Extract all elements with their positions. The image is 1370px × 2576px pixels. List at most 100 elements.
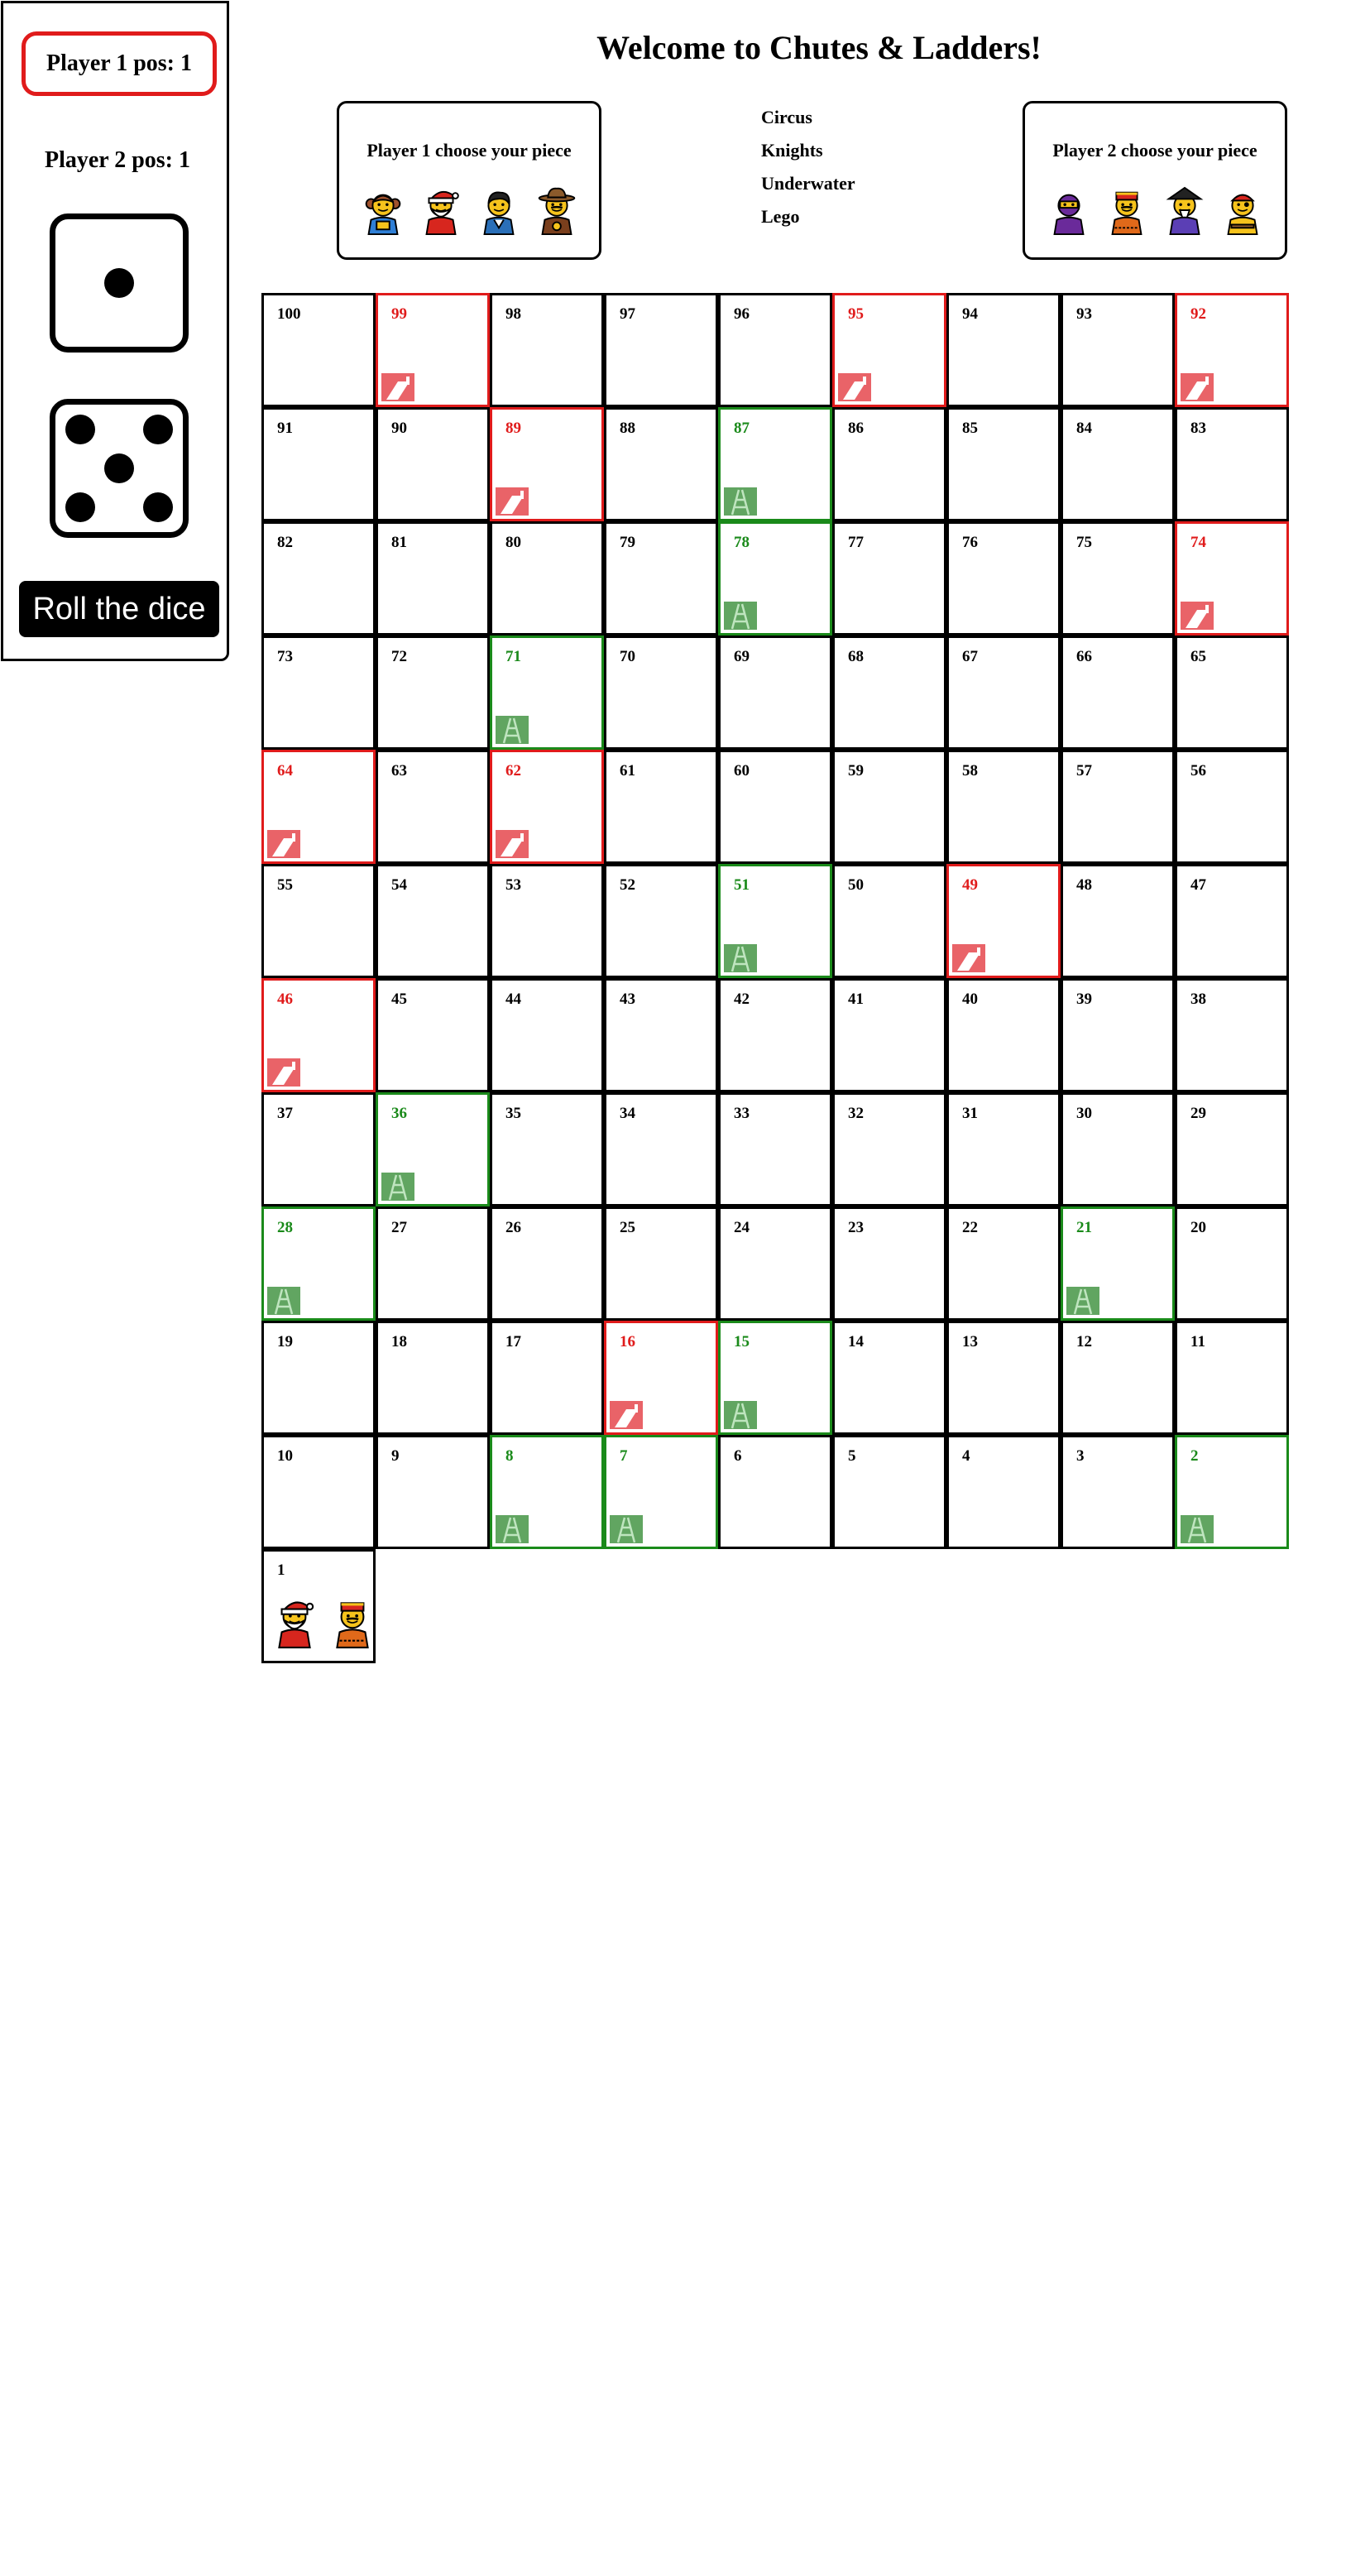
board-cell-25: 25: [604, 1206, 718, 1321]
board-cell-89: 89: [490, 407, 604, 521]
theme-underwater[interactable]: Underwater: [761, 172, 855, 205]
board-cell-27: 27: [376, 1206, 490, 1321]
board-cell-95: 95: [832, 293, 946, 407]
board-cell-3: 3: [1061, 1435, 1175, 1549]
chief-minifig-icon[interactable]: [1101, 185, 1152, 236]
board-cell-7: 7: [604, 1435, 718, 1549]
roll-dice-button[interactable]: Roll the dice: [19, 581, 219, 637]
board-cell-100: 100: [261, 293, 376, 407]
ladder-icon: [267, 1287, 300, 1315]
cell-number: 67: [962, 648, 978, 665]
cell-number: 79: [620, 534, 635, 551]
ladder-icon: [724, 944, 757, 972]
cell-number: 40: [962, 991, 978, 1008]
board-cell-53: 53: [490, 864, 604, 978]
santa-minifig-icon[interactable]: [415, 185, 467, 236]
ladder-icon: [381, 1173, 414, 1201]
cell-number: 75: [1076, 534, 1092, 551]
board-cell-16: 16: [604, 1321, 718, 1435]
board-cell-88: 88: [604, 407, 718, 521]
theme-knights[interactable]: Knights: [761, 139, 855, 172]
board-cell-32: 32: [832, 1092, 946, 1206]
board-cell-33: 33: [718, 1092, 832, 1206]
cell-number: 14: [848, 1333, 864, 1350]
cell-number: 24: [734, 1219, 750, 1236]
cell-number: 91: [277, 420, 293, 437]
board-cell-65: 65: [1175, 636, 1289, 750]
cell-number: 85: [962, 420, 978, 437]
ladder-icon: [496, 716, 529, 744]
board-cell-76: 76: [946, 521, 1061, 636]
board-cell-97: 97: [604, 293, 718, 407]
board-cell-34: 34: [604, 1092, 718, 1206]
board-cell-92: 92: [1175, 293, 1289, 407]
cowboy-minifig-icon[interactable]: [531, 185, 582, 236]
pirate-minifig-icon[interactable]: [1217, 185, 1268, 236]
board-cell-94: 94: [946, 293, 1061, 407]
board-cell-18: 18: [376, 1321, 490, 1435]
board-cell-37: 37: [261, 1092, 376, 1206]
board-cell-46: 46: [261, 978, 376, 1092]
board-cell-54: 54: [376, 864, 490, 978]
board-cell-80: 80: [490, 521, 604, 636]
player2-position: Player 2 pos: 1: [44, 147, 191, 173]
chute-icon: [610, 1401, 643, 1429]
die-2: [50, 399, 189, 538]
cell-number: 34: [620, 1105, 635, 1122]
board-cell-75: 75: [1061, 521, 1175, 636]
theme-circus[interactable]: Circus: [761, 106, 855, 139]
cell-number: 2: [1190, 1447, 1199, 1465]
cell-number: 41: [848, 991, 864, 1008]
board-cell-51: 51: [718, 864, 832, 978]
die-pip: [104, 268, 134, 298]
board-cell-15: 15: [718, 1321, 832, 1435]
boy-minifig-icon[interactable]: [473, 185, 525, 236]
cell-number: 64: [277, 762, 293, 780]
cell-number: 42: [734, 991, 750, 1008]
theme-lego[interactable]: Lego: [761, 205, 855, 238]
board-cell-63: 63: [376, 750, 490, 864]
ninja-minifig-icon[interactable]: [1043, 185, 1095, 236]
cell-number: 43: [620, 991, 635, 1008]
board-cell-8: 8: [490, 1435, 604, 1549]
cell-number: 81: [391, 534, 407, 551]
cell-number: 89: [505, 420, 521, 437]
cell-number: 11: [1190, 1333, 1205, 1350]
board-cell-59: 59: [832, 750, 946, 864]
cell-number: 93: [1076, 305, 1092, 323]
board-cell-20: 20: [1175, 1206, 1289, 1321]
board-cell-86: 86: [832, 407, 946, 521]
board-cell-71: 71: [490, 636, 604, 750]
cell-number: 38: [1190, 991, 1206, 1008]
cell-number: 95: [848, 305, 864, 323]
cell-number: 53: [505, 876, 521, 894]
wizard-minifig-icon[interactable]: [1159, 185, 1210, 236]
player1-picker-title: Player 1 choose your piece: [366, 140, 572, 161]
board-cell-74: 74: [1175, 521, 1289, 636]
theme-list: Circus Knights Underwater Lego: [761, 106, 855, 238]
cell-number: 68: [848, 648, 864, 665]
girl-minifig-icon[interactable]: [357, 185, 409, 236]
cell-number: 65: [1190, 648, 1206, 665]
board-cell-1: 1: [261, 1549, 376, 1663]
cell-number: 27: [391, 1219, 407, 1236]
board-cell-96: 96: [718, 293, 832, 407]
cell-number: 36: [391, 1105, 407, 1122]
board-cell-23: 23: [832, 1206, 946, 1321]
board-cell-70: 70: [604, 636, 718, 750]
board-cell-39: 39: [1061, 978, 1175, 1092]
ladder-icon: [724, 602, 757, 630]
cell-number: 19: [277, 1333, 293, 1350]
cell-number: 51: [734, 876, 750, 894]
board-cell-2: 2: [1175, 1435, 1289, 1549]
cell-number: 99: [391, 305, 407, 323]
player1-piece-picker: Player 1 choose your piece: [337, 101, 601, 260]
board-cell-77: 77: [832, 521, 946, 636]
board-cell-21: 21: [1061, 1206, 1175, 1321]
cell-number: 72: [391, 648, 407, 665]
board-cell-49: 49: [946, 864, 1061, 978]
die-pip: [65, 415, 95, 444]
cell-number: 63: [391, 762, 407, 780]
cell-number: 80: [505, 534, 521, 551]
cell-number: 98: [505, 305, 521, 323]
